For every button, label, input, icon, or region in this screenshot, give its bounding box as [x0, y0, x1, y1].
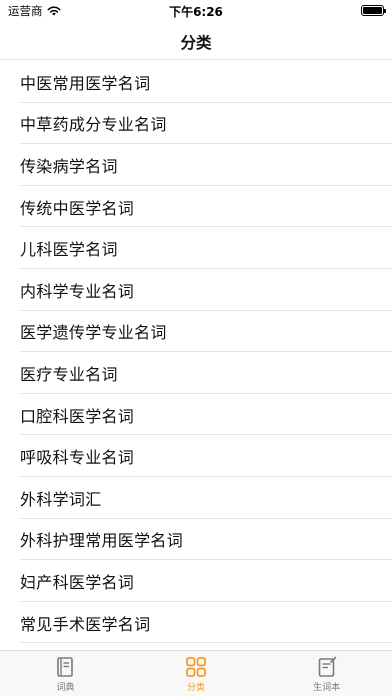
- category-item-pediatrics[interactable]: 儿科医学名词: [0, 227, 392, 269]
- category-item-obstetrics[interactable]: 妇产科医学名词: [0, 560, 392, 602]
- tab-label: 词典: [56, 683, 75, 693]
- tab-dictionary[interactable]: 词典: [0, 651, 131, 696]
- battery-icon: [361, 5, 386, 16]
- category-item-respiratory[interactable]: 呼吸科专业名词: [0, 435, 392, 477]
- category-label: 医疗专业名词: [20, 364, 118, 384]
- tab-bar: 词典 分类 生词本: [0, 650, 392, 696]
- category-item-surgical-nursing[interactable]: 外科护理常用医学名词: [0, 519, 392, 561]
- tab-label: 分类: [187, 683, 206, 693]
- category-item-infectious-disease[interactable]: 传染病学名词: [0, 144, 392, 186]
- tab-vocabulary[interactable]: 生词本: [261, 651, 392, 696]
- book-icon: [57, 657, 74, 677]
- category-item-herbal-ingredients[interactable]: 中草药成分专业名词: [0, 103, 392, 145]
- grid-icon: [186, 657, 206, 677]
- notebook-icon: [318, 656, 336, 677]
- category-item-tcm-common[interactable]: 中医常用医学名词: [0, 61, 392, 103]
- category-label: 外科学词汇: [20, 489, 102, 509]
- tab-label: 生词本: [313, 683, 341, 693]
- tab-category[interactable]: 分类: [131, 651, 262, 696]
- category-label: 内科学专业名词: [20, 281, 135, 301]
- nav-bar: 分类: [0, 22, 392, 60]
- category-item-medical-genetics[interactable]: 医学遗传学专业名词: [0, 311, 392, 353]
- category-label: 传染病学名词: [20, 156, 118, 176]
- category-item-traditional-medicine[interactable]: 传统中医学名词: [0, 186, 392, 228]
- category-item-common-surgery[interactable]: 常见手术医学名词: [0, 602, 392, 644]
- category-label: 外科护理常用医学名词: [20, 531, 184, 551]
- page-title: 分类: [180, 34, 212, 52]
- category-item-internal-medicine[interactable]: 内科学专业名词: [0, 269, 392, 311]
- category-label: 医学遗传学专业名词: [20, 323, 167, 343]
- category-label: 儿科医学名词: [20, 240, 118, 260]
- category-label: 妇产科医学名词: [20, 572, 135, 592]
- category-label: 传统中医学名词: [20, 198, 135, 218]
- category-label: 常见手术医学名词: [20, 614, 151, 634]
- category-label: 口腔科医学名词: [20, 406, 135, 426]
- category-item-stomatology[interactable]: 口腔科医学名词: [0, 394, 392, 436]
- category-label: 中医常用医学名词: [20, 73, 151, 93]
- category-list: 中医常用医学名词 中草药成分专业名词 传染病学名词 传统中医学名词 儿科医学名词…: [0, 61, 392, 643]
- category-label: 中草药成分专业名词: [20, 115, 167, 135]
- category-item-surgery-vocab[interactable]: 外科学词汇: [0, 477, 392, 519]
- category-item-medical-treatment[interactable]: 医疗专业名词: [0, 352, 392, 394]
- category-label: 呼吸科专业名词: [20, 448, 135, 468]
- status-bar: 运营商 下午6:26: [0, 0, 392, 22]
- status-time: 下午6:26: [169, 5, 223, 19]
